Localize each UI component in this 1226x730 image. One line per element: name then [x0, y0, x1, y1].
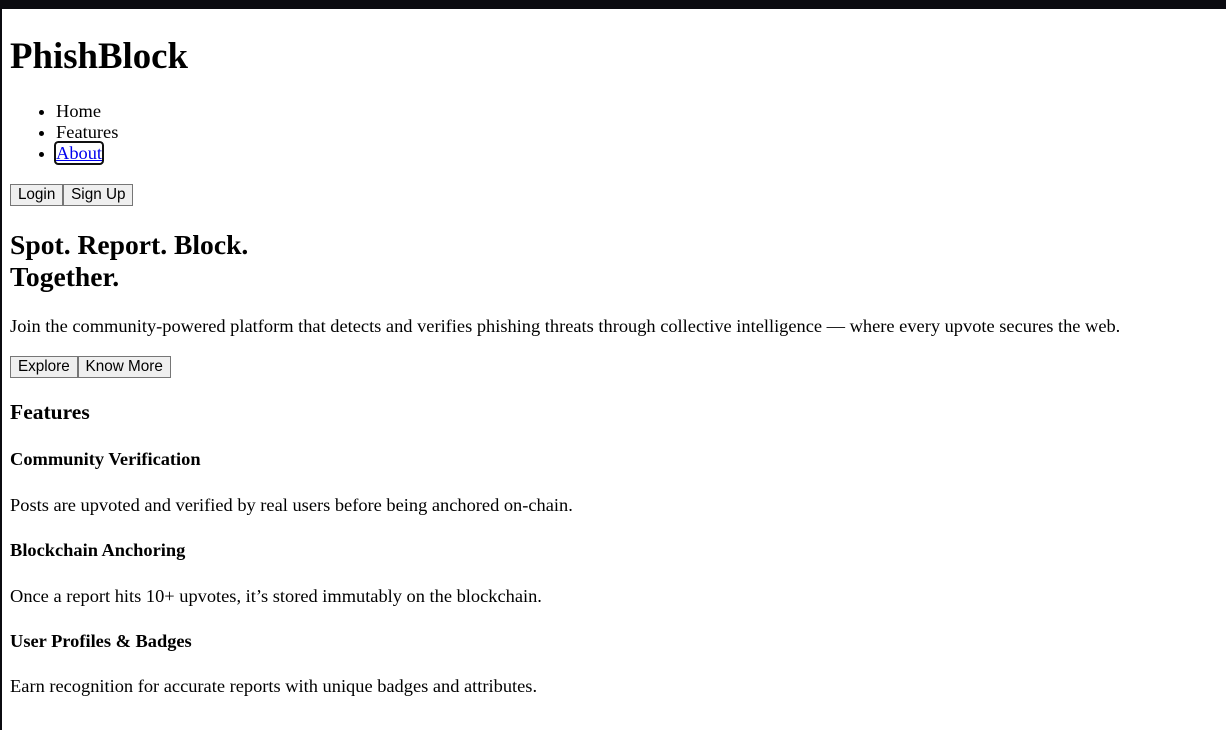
know-more-button[interactable]: Know More	[77, 355, 171, 379]
feature-text: Earn recognition for accurate reports wi…	[10, 676, 538, 697]
feature-title: Blockchain Anchoring	[10, 540, 186, 561]
features-section: Features Community Verification Posts ar…	[10, 400, 1218, 698]
about-link[interactable]: About	[54, 141, 105, 166]
nav-item-features[interactable]: Features	[56, 122, 1218, 143]
nav-item-about[interactable]: About	[54, 141, 1218, 166]
features-heading: Features	[10, 399, 90, 424]
hero-title-line1: Spot. Report. Block.	[10, 228, 249, 260]
feature-text: Once a report hits 10+ upvotes, it’s sto…	[10, 585, 542, 606]
explore-button[interactable]: Explore	[10, 355, 78, 379]
hero-description: Join the community-powered platform that…	[10, 315, 1121, 336]
signup-button[interactable]: Sign Up	[63, 183, 134, 206]
nav-list: Home Features About	[10, 101, 1218, 166]
site-header: PhishBlock Home Features About LoginSign…	[10, 34, 1218, 206]
feature-title: User Profiles & Badges	[10, 631, 192, 652]
hero: Spot. Report. Block. Together. Join the c…	[10, 229, 1218, 379]
hero-title: Spot. Report. Block. Together.	[10, 229, 1218, 293]
auth-buttons: Login Sign Up	[10, 183, 1218, 206]
nav-item-home[interactable]: Home	[56, 101, 1218, 122]
login-button[interactable]: Login	[10, 183, 64, 206]
brand-title: PhishBlock	[10, 34, 188, 76]
hero-title-line2: Together.	[10, 260, 120, 292]
feature-text: Posts are upvoted and verified by real u…	[10, 494, 573, 515]
hero-buttons: Explore Know More	[10, 355, 1218, 379]
feature-title: Community Verification	[10, 449, 201, 470]
